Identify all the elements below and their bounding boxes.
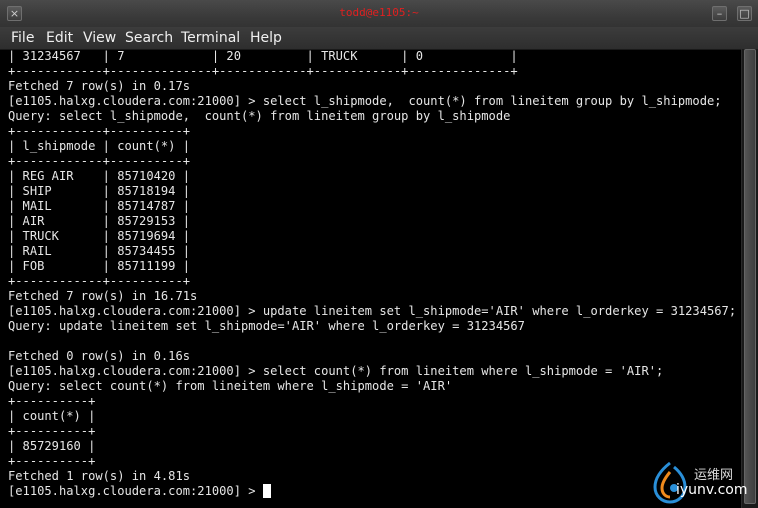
terminal-line: +------------+--------------+-----------… [8, 64, 518, 78]
menu-bar: File Edit View Search Terminal Help [0, 27, 758, 50]
terminal-line: | TRUCK | 85719694 | [8, 229, 191, 243]
terminal-line: Fetched 7 row(s) in 16.71s [8, 289, 198, 303]
terminal-line: Query: select count(*) from lineitem whe… [8, 379, 453, 393]
menu-terminal[interactable]: Terminal [181, 30, 240, 46]
terminal-prompt-line[interactable]: [e1105.halxg.cloudera.com:21000] > [8, 484, 736, 499]
terminal-line: | SHIP | 85718194 | [8, 184, 191, 198]
watermark-url-text: iyunv.com [676, 482, 748, 498]
terminal-line: Query: select l_shipmode, count(*) from … [8, 109, 511, 123]
terminal-line: | count(*) | [8, 409, 96, 423]
terminal-line: | FOB | 85711199 | [8, 259, 191, 273]
terminal-line: +----------+ [8, 424, 96, 438]
title-bar[interactable]: × todd@e1105:~ – □ [0, 0, 758, 28]
maximize-button[interactable]: □ [737, 6, 752, 21]
window-title: todd@e1105:~ [339, 6, 419, 19]
menu-file[interactable]: File [11, 30, 34, 46]
terminal-line: [e1105.halxg.cloudera.com:21000] > updat… [8, 304, 736, 318]
terminal-line: | 85729160 | [8, 439, 96, 453]
terminal-output[interactable]: | 31234567 | 7 | 20 | TRUCK | 0 | +-----… [8, 49, 736, 504]
terminal-line: Fetched 7 row(s) in 0.17s [8, 79, 191, 93]
terminal-line: Fetched 0 row(s) in 0.16s [8, 349, 191, 363]
terminal-line: | l_shipmode | count(*) | [8, 139, 191, 153]
terminal-line: | RAIL | 85734455 | [8, 244, 191, 258]
terminal-line: Query: update lineitem set l_shipmode='A… [8, 319, 525, 333]
terminal-line: +------------+----------+ [8, 274, 191, 288]
menu-search[interactable]: Search [125, 30, 173, 46]
terminal-line: | REG AIR | 85710420 | [8, 169, 191, 183]
menu-view[interactable]: View [83, 30, 116, 46]
terminal-line: | AIR | 85729153 | [8, 214, 191, 228]
vertical-scrollbar[interactable] [741, 49, 758, 508]
terminal-line: | MAIL | 85714787 | [8, 199, 191, 213]
terminal-line: [e1105.halxg.cloudera.com:21000] > selec… [8, 94, 722, 108]
text-cursor [262, 484, 271, 498]
site-watermark: 运维网 iyunv.com [650, 460, 754, 504]
terminal-line: +----------+ [8, 394, 96, 408]
minimize-button[interactable]: – [712, 6, 727, 21]
terminal-window: × todd@e1105:~ – □ File Edit View Search… [0, 0, 758, 508]
terminal-line: Fetched 1 row(s) in 4.81s [8, 469, 191, 483]
terminal-line: +----------+ [8, 454, 96, 468]
menu-edit[interactable]: Edit [46, 30, 73, 46]
minimize-icon: – [716, 7, 723, 20]
maximize-icon: □ [739, 7, 750, 20]
terminal-line: +------------+----------+ [8, 124, 191, 138]
scrollbar-thumb[interactable] [744, 49, 756, 504]
terminal-line: | 31234567 | 7 | 20 | TRUCK | 0 | [8, 49, 518, 63]
watermark-cn-text: 运维网 [694, 468, 734, 483]
menu-help[interactable]: Help [250, 30, 282, 46]
terminal-line: [e1105.halxg.cloudera.com:21000] > selec… [8, 364, 664, 378]
shell-prompt: [e1105.halxg.cloudera.com:21000] > [8, 484, 263, 498]
terminal-line: +------------+----------+ [8, 154, 191, 168]
